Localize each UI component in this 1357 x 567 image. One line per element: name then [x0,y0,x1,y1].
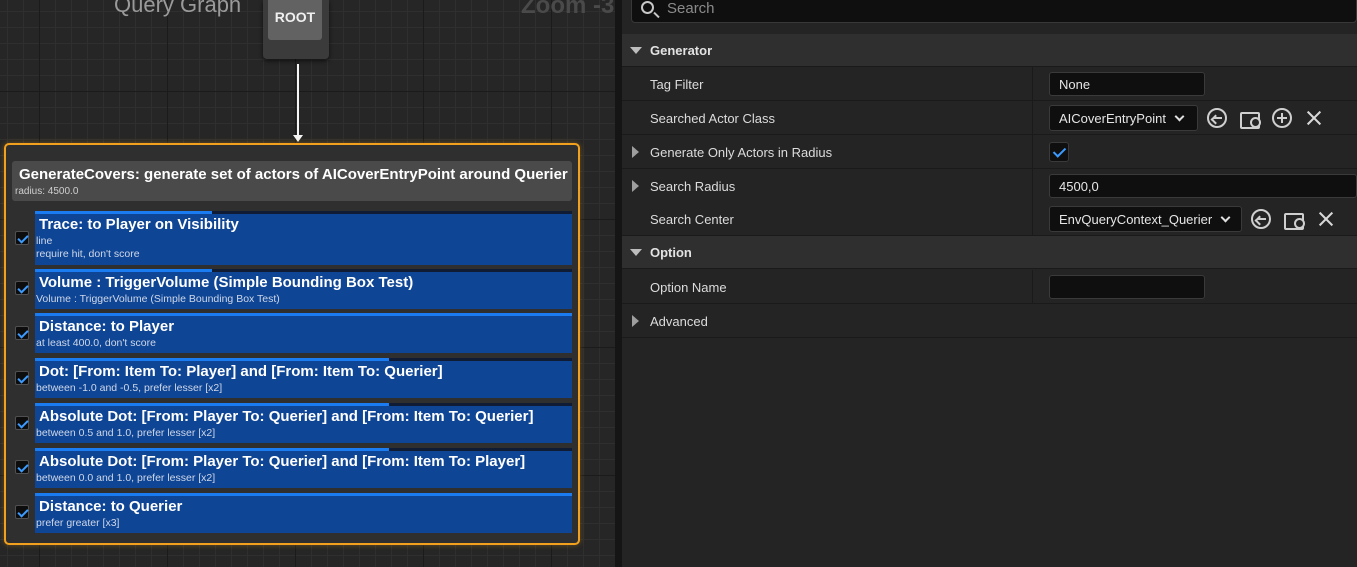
search-placeholder: Search [667,0,715,17]
query-graph-panel[interactable]: Query Graph Zoom -3 ROOT GenerateCovers:… [0,0,615,567]
search-radius-field[interactable]: 4500,0 [1049,174,1357,198]
test-description: prefer greater [x3] [36,517,120,529]
property-tag-filter: Tag Filter None [622,67,1357,101]
weight-bar [35,211,213,214]
test-node[interactable]: Trace: to Player on Visibility line requ… [35,211,572,265]
test-node[interactable]: Distance: to Player at least 400.0, don'… [35,313,572,353]
test-description: Volume : TriggerVolume (Simple Bounding … [36,293,280,305]
test-description: at least 400.0, don't score [36,337,156,349]
test-title: Dot: [From: Item To: Player] and [From: … [39,363,443,380]
weight-bar [35,448,390,451]
column-divider[interactable] [1032,101,1033,135]
column-divider[interactable] [1032,169,1033,203]
property-search-radius: Search Radius 4500,0 [622,169,1357,203]
category-option[interactable]: Option [622,236,1357,269]
property-label: Search Center [650,212,734,227]
browse-icon[interactable] [1283,209,1305,230]
test-description: between -1.0 and -0.5, prefer lesser [x2… [36,382,223,394]
column-divider[interactable] [1032,270,1033,304]
generate-only-checkbox[interactable] [1049,142,1069,162]
property-searched-actor-class: Searched Actor Class AICoverEntryPoint [622,101,1357,135]
test-node[interactable]: Absolute Dot: [From: Player To: Querier]… [35,403,572,443]
generator-subtitle: radius: 4500.0 [15,186,79,197]
advanced-section[interactable]: Advanced [622,304,1357,338]
generator-header[interactable]: GenerateCovers: generate set of actors o… [12,161,572,201]
property-generate-only-in-radius: Generate Only Actors in Radius [622,135,1357,169]
test-enable-checkbox[interactable] [15,326,29,340]
expand-arrow-icon[interactable] [632,146,639,158]
column-divider[interactable] [1032,67,1033,101]
weight-bar [35,403,390,406]
test-title: Trace: to Player on Visibility [39,216,239,233]
option-name-field[interactable] [1049,275,1205,299]
root-label: ROOT [268,0,322,40]
expand-arrow-icon[interactable] [632,180,639,192]
test-node[interactable]: Absolute Dot: [From: Player To: Querier]… [35,448,572,488]
test-description: between 0.5 and 1.0, prefer lesser [x2] [36,427,216,439]
test-node[interactable]: Dot: [From: Item To: Player] and [From: … [35,358,572,398]
test-title: Distance: to Player [39,318,175,335]
property-search-center: Search Center EnvQueryContext_Querier [622,202,1357,236]
generator-node[interactable]: GenerateCovers: generate set of actors o… [4,143,580,545]
use-selected-icon[interactable] [1207,108,1227,128]
test-title: Absolute Dot: [From: Player To: Querier]… [39,408,534,425]
root-node[interactable]: ROOT [263,0,329,59]
test-description: line [36,235,53,247]
weight-bar [35,493,572,496]
property-label: Generate Only Actors in Radius [650,145,833,160]
test-description: between 0.0 and 1.0, prefer lesser [x2] [36,472,216,484]
chevron-down-icon [1220,212,1231,223]
tag-filter-field[interactable]: None [1049,72,1205,96]
collapse-arrow-icon [630,249,642,256]
advanced-label: Advanced [650,314,708,329]
weight-bar [35,269,213,272]
property-label: Option Name [650,280,727,295]
clear-icon[interactable] [1316,209,1336,229]
column-divider[interactable] [1032,202,1033,236]
collapse-arrow-icon [630,47,642,54]
test-node[interactable]: Distance: to Querier prefer greater [x3] [35,493,572,533]
test-title: Volume : TriggerVolume (Simple Bounding … [39,274,414,291]
use-selected-icon[interactable] [1251,209,1271,229]
zoom-level: Zoom -3 [521,0,615,19]
test-enable-checkbox[interactable] [15,416,29,430]
test-enable-checkbox[interactable] [15,371,29,385]
search-icon [641,1,654,14]
weight-bar [35,358,390,361]
dropdown-value: AICoverEntryPoint [1059,111,1166,126]
graph-title: Query Graph [114,0,242,17]
category-label: Option [650,245,692,260]
dropdown-value: EnvQueryContext_Querier [1059,212,1213,227]
details-panel: Search Generator Tag Filter None Searche… [622,0,1357,567]
category-generator[interactable]: Generator [622,34,1357,67]
test-description-2: require hit, don't score [36,248,140,260]
generator-title: GenerateCovers: generate set of actors o… [19,166,568,183]
test-enable-checkbox[interactable] [15,460,29,474]
browse-icon[interactable] [1239,108,1261,129]
test-title: Absolute Dot: [From: Player To: Querier]… [39,453,526,470]
property-label: Search Radius [650,179,736,194]
test-node[interactable]: Volume : TriggerVolume (Simple Bounding … [35,269,572,309]
test-title: Distance: to Querier [39,498,183,515]
connection-wire [297,64,299,138]
test-enable-checkbox[interactable] [15,231,29,245]
column-divider[interactable] [1032,135,1033,169]
property-label: Searched Actor Class [650,111,776,126]
expand-arrow-icon[interactable] [632,315,639,327]
clear-icon[interactable] [1304,108,1324,128]
add-icon[interactable] [1272,108,1292,128]
panel-splitter[interactable] [615,0,622,567]
property-label: Tag Filter [650,77,704,92]
search-center-dropdown[interactable]: EnvQueryContext_Querier [1049,206,1242,232]
search-input[interactable]: Search [631,0,1357,23]
category-label: Generator [650,43,713,58]
test-enable-checkbox[interactable] [15,281,29,295]
test-enable-checkbox[interactable] [15,505,29,519]
property-option-name: Option Name [622,270,1357,304]
connection-arrow-icon [293,135,303,142]
actor-class-dropdown[interactable]: AICoverEntryPoint [1049,105,1198,131]
weight-bar [35,313,572,316]
chevron-down-icon [1174,111,1185,122]
